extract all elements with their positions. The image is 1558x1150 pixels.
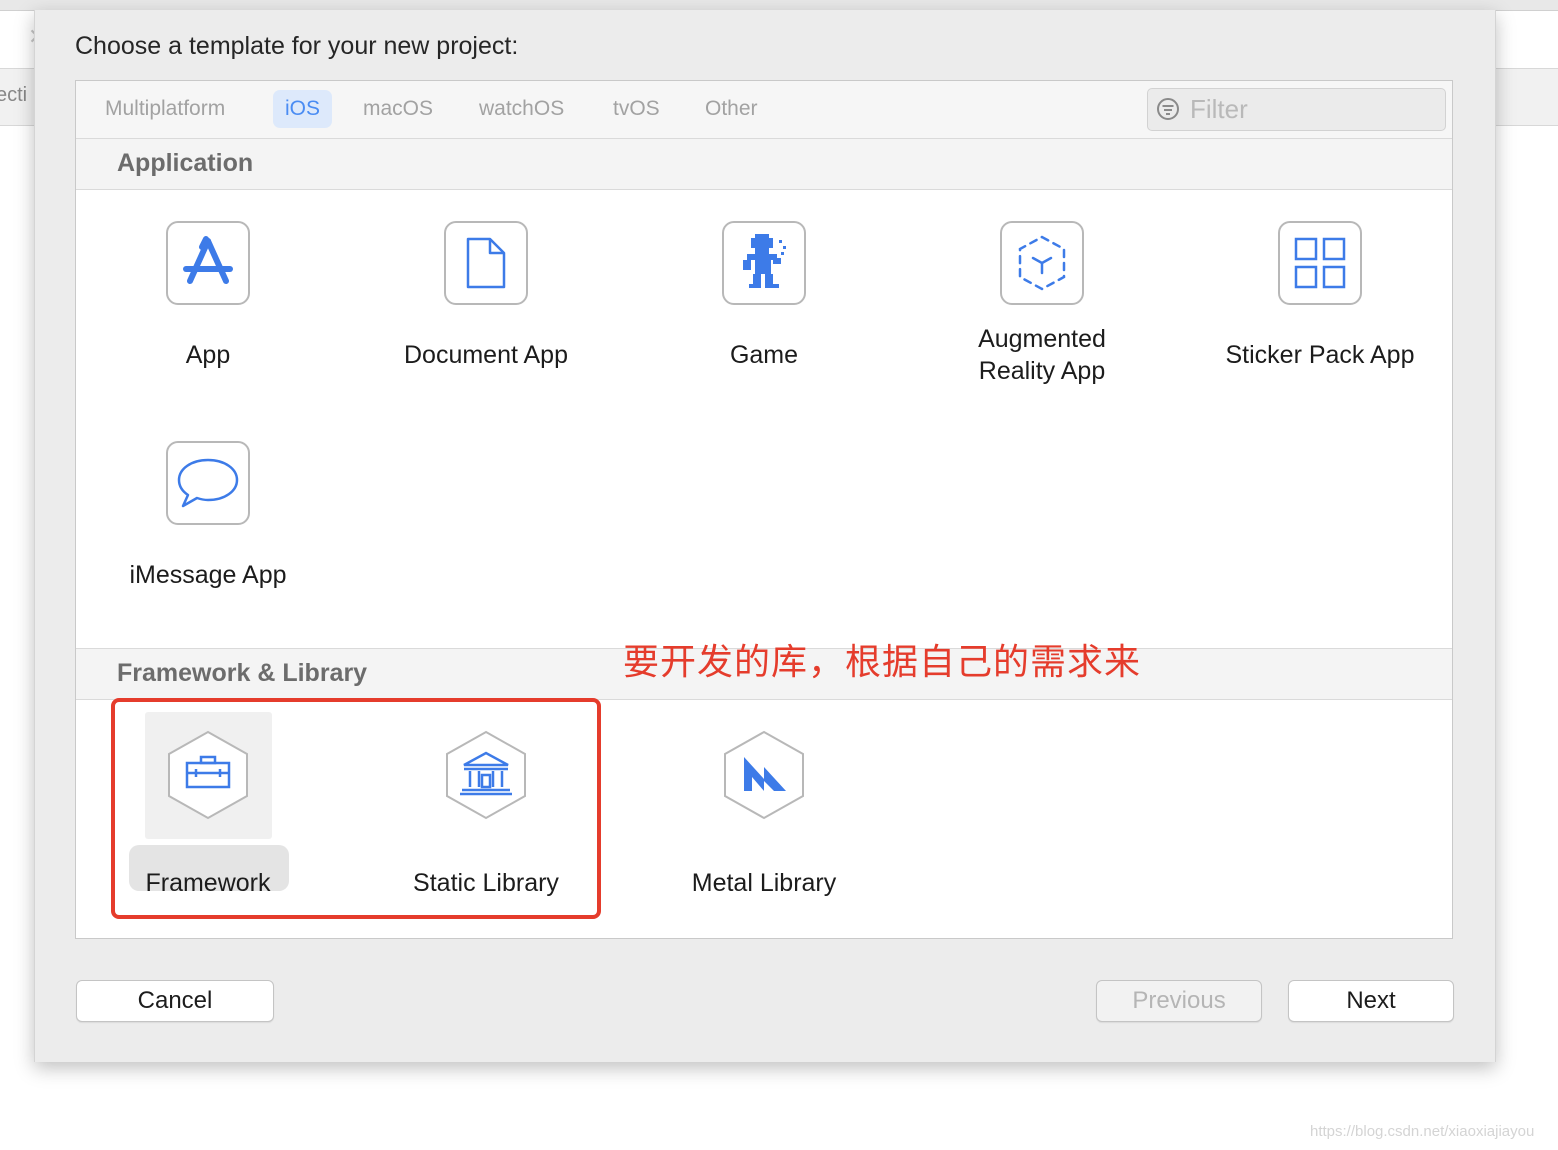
template-label: Sticker Pack App	[1225, 341, 1415, 369]
template-label: Game	[729, 341, 799, 369]
template-game[interactable]: Game	[644, 221, 884, 421]
watermark: https://blog.csdn.net/xiaoxiajiayou	[1310, 1123, 1535, 1140]
background-partial-text: ecti	[0, 84, 28, 106]
ar-cube-icon	[1000, 221, 1084, 305]
speech-bubble-icon	[166, 441, 250, 525]
template-document-app[interactable]: Document App	[366, 221, 606, 421]
annotation-highlight-box	[111, 698, 601, 919]
template-imessage-app[interactable]: iMessage App	[88, 441, 328, 641]
section-header-application: Application	[76, 138, 1452, 190]
tab-watchos[interactable]: watchOS	[467, 90, 576, 128]
section-title: Application	[117, 149, 254, 177]
template-metal-library[interactable]: Metal Library	[644, 729, 884, 929]
template-sticker-pack-app[interactable]: Sticker Pack App	[1200, 221, 1440, 421]
grid-icon	[1278, 221, 1362, 305]
filter-icon	[1157, 98, 1179, 120]
template-label: Document App	[404, 341, 568, 369]
previous-button[interactable]: Previous	[1096, 980, 1262, 1022]
next-button[interactable]: Next	[1288, 980, 1454, 1022]
sheet-title: Choose a template for your new project:	[75, 32, 519, 60]
tab-macos[interactable]: macOS	[351, 90, 445, 128]
platform-tab-bar: Multiplatform iOS macOS watchOS tvOS Oth…	[76, 81, 1452, 139]
template-label: App	[185, 341, 231, 369]
template-augmented-reality-app[interactable]: Augmented Reality App	[922, 221, 1162, 421]
cancel-button[interactable]: Cancel	[76, 980, 274, 1022]
tab-tvos[interactable]: tvOS	[601, 90, 672, 128]
section-title: Framework & Library	[117, 659, 368, 687]
filter-field[interactable]	[1147, 88, 1446, 131]
metal-icon	[724, 730, 804, 820]
template-app[interactable]: App	[88, 221, 328, 421]
document-icon	[444, 221, 528, 305]
tab-ios[interactable]: iOS	[273, 90, 333, 128]
annotation-text: 要开发的库，根据自己的需求来	[623, 641, 1142, 682]
template-label: Augmented Reality App	[978, 325, 1106, 385]
filter-input[interactable]	[1190, 93, 1435, 125]
tab-other[interactable]: Other	[693, 90, 770, 128]
app-store-icon	[166, 221, 250, 305]
template-label: iMessage App	[129, 561, 287, 589]
tab-multiplatform[interactable]: Multiplatform	[93, 90, 237, 128]
game-sprite-icon	[722, 221, 806, 305]
template-label: Metal Library	[691, 869, 837, 897]
